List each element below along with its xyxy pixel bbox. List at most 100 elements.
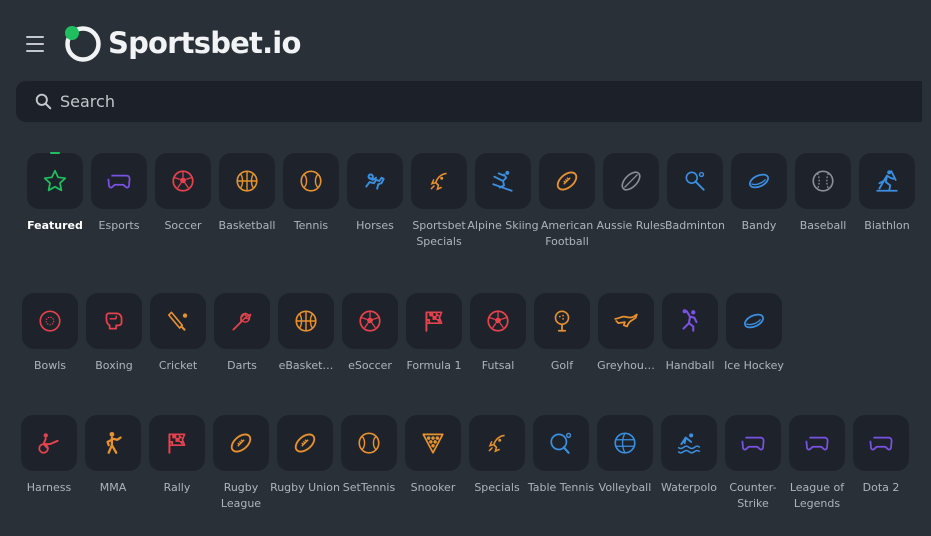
sport-label-sportsbet-specials: Sportsbet Specials [412,219,466,248]
sport-tile-handball[interactable] [662,293,718,349]
sport-label-specials: Specials [474,481,520,494]
sport-tile-bowls[interactable] [22,293,78,349]
sport-tile-snooker[interactable] [405,415,461,471]
sport-tile-alpine-skiing[interactable] [475,153,531,209]
logo-ring-icon [62,23,102,63]
table-tennis-icon [550,432,572,454]
sport-tile-badminton[interactable] [667,153,723,209]
sport-tile-horses[interactable] [347,153,403,209]
sport-tile-counter-strike[interactable] [725,415,781,471]
tennis-ball-icon [300,170,322,192]
boxing-glove-icon [105,312,123,330]
sport-label-harness: Harness [26,481,72,494]
sport-label-tennis: Tennis [293,219,329,232]
horse-racing-icon [365,173,385,190]
sport-tile-basketball[interactable] [219,153,275,209]
sport-label-cricket: Cricket [158,359,198,372]
sport-tile-formula-1[interactable] [406,293,462,349]
cricket-bat-icon [167,311,188,331]
sport-label-dota-2: Dota 2 [862,481,900,494]
skier-icon [492,170,513,192]
gamepad-icon [805,436,829,451]
sport-label-bowls: Bowls [33,359,67,372]
checkered-flag-icon [168,433,186,454]
search-icon [35,93,52,110]
star-icon [43,169,67,192]
rugby-ball-icon [294,433,316,453]
sport-label-ice-hockey: Ice Hockey [724,359,784,372]
basketball-icon [295,310,317,332]
sport-label-handball: Handball [665,359,715,372]
sport-label-counter-strike: Counter-Strike [729,481,777,510]
sport-label-ebasket: eBasket… [278,359,334,372]
brand-logo[interactable]: Sportsbet.io [62,22,301,64]
sport-label-boxing: Boxing [95,359,133,372]
sport-tile-featured[interactable] [27,153,83,209]
sport-tile-esports[interactable] [91,153,147,209]
sport-label-formula-1: Formula 1 [406,359,462,372]
sport-tile-soccer[interactable] [155,153,211,209]
sport-label-badminton: Badminton [664,219,726,232]
sport-label-alpine-skiing: Alpine Skiing [467,219,539,232]
soccer-ball-icon [487,310,509,332]
sport-tile-golf[interactable] [534,293,590,349]
sport-tile-darts[interactable] [214,293,270,349]
sport-tile-rugby-union[interactable] [277,415,333,471]
soccer-ball-icon [172,170,194,192]
handball-player-icon [682,309,698,332]
swimmer-icon [677,433,701,454]
sport-label-settennis: SetTennis [342,481,396,494]
sport-tile-rugby-league[interactable] [213,415,269,471]
dart-icon [232,312,252,331]
search-bar[interactable] [16,81,922,122]
biathlon-icon [876,170,898,192]
gamepad-icon [741,436,765,451]
baseball-icon [812,170,834,192]
sport-tile-ebasket[interactable] [278,293,334,349]
gamepad-icon [107,174,131,189]
sport-tile-volleyball[interactable] [597,415,653,471]
sport-label-esoccer: eSoccer [348,359,392,372]
sport-tile-table-tennis[interactable] [533,415,589,471]
sport-tile-futsal[interactable] [470,293,526,349]
puck-icon [744,313,764,329]
volleyball-icon [614,432,636,454]
sport-tile-greyhou[interactable] [598,293,654,349]
sport-tile-league-of-legends[interactable] [789,415,845,471]
sport-tile-specials[interactable] [469,415,525,471]
sport-tile-settennis[interactable] [341,415,397,471]
sport-label-american-football: American Football [540,219,594,248]
sport-tile-harness[interactable] [21,415,77,471]
sport-tile-rally[interactable] [149,415,205,471]
sport-label-basketball: Basketball [218,219,276,232]
sport-label-rally: Rally [163,481,191,494]
sport-label-golf: Golf [550,359,574,372]
sport-tile-mma[interactable] [85,415,141,471]
sport-label-rugby-union: Rugby Union [270,481,340,494]
sport-tile-esoccer[interactable] [342,293,398,349]
sport-tile-aussie-rules[interactable] [603,153,659,209]
brand-name: Sportsbet.io [108,26,301,60]
sport-tile-american-football[interactable] [539,153,595,209]
sport-tile-tennis[interactable] [283,153,339,209]
sport-tile-dota-2[interactable] [853,415,909,471]
sport-tile-cricket[interactable] [150,293,206,349]
sport-label-futsal: Futsal [481,359,515,372]
sport-label-mma: MMA [99,481,127,494]
sport-tile-waterpolo[interactable] [661,415,717,471]
sport-label-darts: Darts [227,359,257,372]
sport-tile-ice-hockey[interactable] [726,293,782,349]
aussie-rules-ball-icon [621,171,641,191]
sport-tile-biathlon[interactable] [859,153,915,209]
sport-label-featured: Featured [27,219,83,232]
sport-tile-sportsbet-specials[interactable] [411,153,467,209]
sport-tile-bandy[interactable] [731,153,787,209]
sport-label-waterpolo: Waterpolo [660,481,717,494]
sport-label-rugby-league: Rugby League [220,481,262,510]
sport-label-volleyball: Volleyball [598,481,652,494]
harness-racing-icon [38,433,59,454]
search-input[interactable] [60,92,760,111]
sport-tile-boxing[interactable] [86,293,142,349]
menu-button[interactable] [26,36,44,52]
sport-tile-baseball[interactable] [795,153,851,209]
